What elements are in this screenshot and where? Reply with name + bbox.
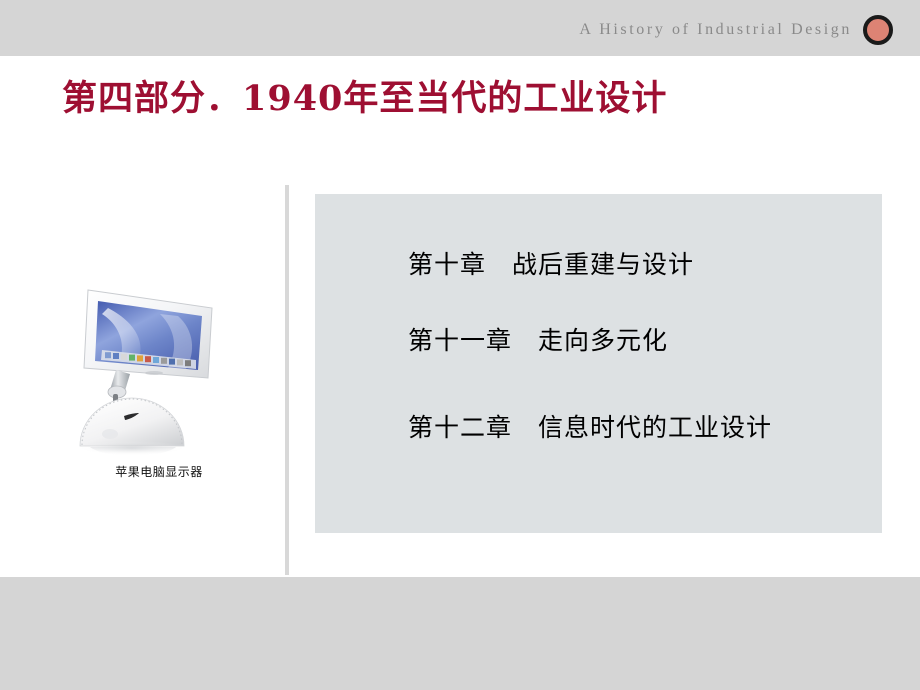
page-title: 第四部分．1940年至当代的工业设计 <box>62 78 668 119</box>
header-circle-icon <box>863 15 893 45</box>
slide-root: A History of Industrial Design 第四部分．1940… <box>0 0 920 690</box>
bezel-logo <box>145 371 163 375</box>
imac-dome-base <box>79 397 185 447</box>
dome-apple-logo <box>102 429 118 439</box>
footer-band <box>0 577 920 690</box>
chapter-list: 第十章 战后重建与设计 第十一章 走向多元化 第十二章 信息时代的工业设计 <box>408 252 872 440</box>
imac-svg <box>76 289 213 457</box>
figure-caption: 苹果电脑显示器 <box>115 465 203 479</box>
vertical-divider <box>285 185 289 575</box>
imac-illustration <box>50 250 250 460</box>
figure-column: 苹果电脑显示器 <box>30 250 270 478</box>
header-running-title: A History of Industrial Design <box>579 21 852 38</box>
chapter-item-12[interactable]: 第十二章 信息时代的工业设计 <box>408 415 872 440</box>
content-panel: 第十章 战后重建与设计 第十一章 走向多元化 第十二章 信息时代的工业设计 <box>315 194 882 533</box>
base-reflection <box>90 447 176 457</box>
chapter-item-11[interactable]: 第十一章 走向多元化 <box>408 328 872 353</box>
chapter-item-10[interactable]: 第十章 战后重建与设计 <box>408 252 872 277</box>
